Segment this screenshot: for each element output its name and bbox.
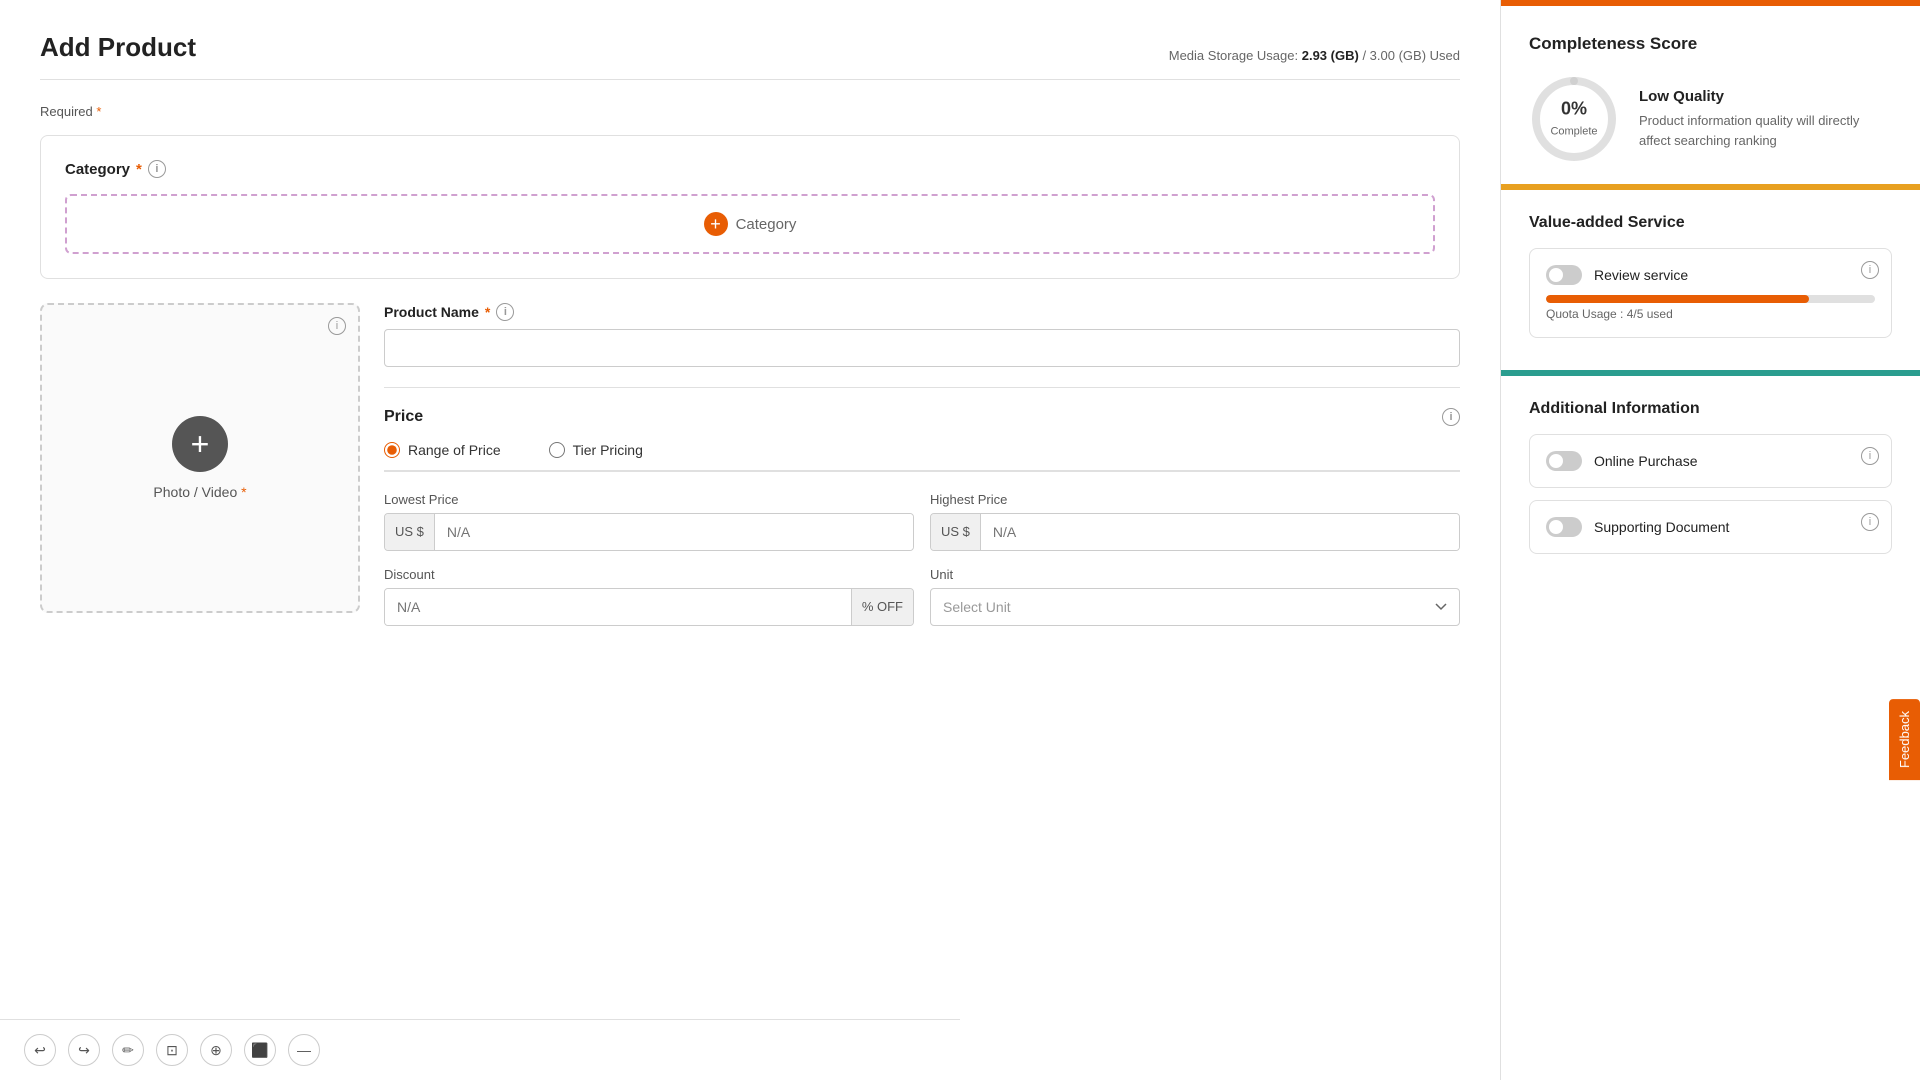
online-purchase-name: Online Purchase xyxy=(1594,453,1698,469)
completeness-complete-label: Complete xyxy=(1550,125,1597,137)
required-label: Required * xyxy=(40,104,1460,119)
discount-input[interactable] xyxy=(385,589,851,625)
price-section: Price i Range of Price Tier Pricing xyxy=(384,387,1460,626)
highest-price-input[interactable] xyxy=(981,514,1459,550)
lowest-currency: US $ xyxy=(385,514,435,550)
header-divider xyxy=(40,79,1460,80)
redo-button[interactable]: ↪ xyxy=(68,1034,100,1066)
storage-used: 2.93 (GB) xyxy=(1302,48,1359,63)
price-info-icon[interactable]: i xyxy=(1442,408,1460,426)
product-name-label: Product Name * i xyxy=(384,303,1460,321)
category-section: Category * i + Category xyxy=(40,135,1460,279)
grid-button[interactable]: ⬛ xyxy=(244,1034,276,1066)
range-of-price-radio[interactable]: Range of Price xyxy=(384,442,501,458)
price-type-radio-group: Range of Price Tier Pricing xyxy=(384,442,1460,472)
highest-price-group: Highest Price US $ xyxy=(930,492,1460,551)
supporting-doc-toggle[interactable] xyxy=(1546,517,1582,537)
unit-label: Unit xyxy=(930,567,1460,582)
tier-price-input[interactable] xyxy=(549,442,565,458)
quota-bar-fill xyxy=(1546,295,1809,303)
undo-button[interactable]: ↩ xyxy=(24,1034,56,1066)
sidebar: Completeness Score 0% Complete Low Quali… xyxy=(1500,0,1920,1080)
photo-upload-container: i + Photo / Video * xyxy=(40,303,360,626)
online-purchase-info-icon[interactable]: i xyxy=(1861,447,1879,465)
photo-upload-area[interactable]: i + Photo / Video * xyxy=(40,303,360,613)
quality-info: Low Quality Product information quality … xyxy=(1639,88,1892,150)
tier-pricing-radio[interactable]: Tier Pricing xyxy=(549,442,643,458)
main-content: Add Product Media Storage Usage: 2.93 (G… xyxy=(0,0,1500,1080)
online-purchase-row: Online Purchase xyxy=(1546,451,1875,471)
product-name-input[interactable] xyxy=(384,329,1460,367)
bottom-toolbar: ↩ ↪ ✏ ⊡ ⊕ ⬛ — xyxy=(0,1019,960,1080)
zoom-button[interactable]: ⊕ xyxy=(200,1034,232,1066)
storage-info: Media Storage Usage: 2.93 (GB) / 3.00 (G… xyxy=(1169,48,1460,63)
plus-circle-icon: + xyxy=(704,212,728,236)
add-category-button[interactable]: + Category xyxy=(65,194,1435,254)
completeness-section: Completeness Score 0% Complete Low Quali… xyxy=(1501,6,1920,184)
right-form: Product Name * i Price i Range of Price xyxy=(384,303,1460,626)
feedback-button[interactable]: Feedback xyxy=(1889,699,1920,780)
category-info-icon[interactable]: i xyxy=(148,160,166,178)
edit-button[interactable]: ✏ xyxy=(112,1034,144,1066)
quota-bar-bg xyxy=(1546,295,1875,303)
supporting-doc-name: Supporting Document xyxy=(1594,519,1729,535)
highest-price-label: Highest Price xyxy=(930,492,1460,507)
lowest-price-input-group: US $ xyxy=(384,513,914,551)
storage-separator: / xyxy=(1362,48,1369,63)
required-star: * xyxy=(96,104,101,119)
category-label: Category * i xyxy=(65,160,1435,178)
price-title: Price i xyxy=(384,408,1460,426)
discount-suffix: % OFF xyxy=(851,589,913,625)
completeness-percent: 0% xyxy=(1550,99,1597,121)
review-service-row: Review service xyxy=(1546,265,1875,285)
copy-button[interactable]: ⊡ xyxy=(156,1034,188,1066)
product-name-info-icon[interactable]: i xyxy=(496,303,514,321)
discount-input-group: % OFF xyxy=(384,588,914,626)
review-service-card: i Review service Quota Usage : 4/5 used xyxy=(1529,248,1892,338)
storage-total: 3.00 (GB) Used xyxy=(1370,48,1460,63)
highest-price-input-group: US $ xyxy=(930,513,1460,551)
discount-unit-row: Discount % OFF Unit Select Unit xyxy=(384,567,1460,626)
circle-center: 0% Complete xyxy=(1550,99,1597,140)
unit-group: Unit Select Unit xyxy=(930,567,1460,626)
product-name-group: Product Name * i xyxy=(384,303,1460,367)
vas-section: Value-added Service i Review service Quo… xyxy=(1501,190,1920,370)
minus-button[interactable]: — xyxy=(288,1034,320,1066)
highest-currency: US $ xyxy=(931,514,981,550)
review-service-toggle[interactable] xyxy=(1546,265,1582,285)
discount-label: Discount xyxy=(384,567,914,582)
additional-title: Additional Information xyxy=(1529,400,1892,418)
completeness-title: Completeness Score xyxy=(1529,34,1892,54)
supporting-doc-row: Supporting Document xyxy=(1546,517,1875,537)
lowest-price-group: Lowest Price US $ xyxy=(384,492,914,551)
review-service-info-icon[interactable]: i xyxy=(1861,261,1879,279)
quota-bar-container: Quota Usage : 4/5 used xyxy=(1546,295,1875,321)
photo-info-icon[interactable]: i xyxy=(328,317,346,335)
vas-title: Value-added Service xyxy=(1529,214,1892,232)
completeness-circle: 0% Complete xyxy=(1529,74,1619,164)
quality-title: Low Quality xyxy=(1639,88,1892,105)
product-detail-section: i + Photo / Video * Product Name * i xyxy=(40,303,1460,626)
category-btn-label: Category xyxy=(736,216,797,233)
price-inputs-row: Lowest Price US $ Highest Price US $ xyxy=(384,492,1460,551)
online-purchase-card: i Online Purchase xyxy=(1529,434,1892,488)
lowest-price-input[interactable] xyxy=(435,514,913,550)
completeness-row: 0% Complete Low Quality Product informat… xyxy=(1529,74,1892,164)
online-purchase-toggle[interactable] xyxy=(1546,451,1582,471)
supporting-doc-info-icon[interactable]: i xyxy=(1861,513,1879,531)
quality-desc: Product information quality will directl… xyxy=(1639,111,1892,150)
storage-label: Media Storage Usage: xyxy=(1169,48,1298,63)
photo-label: Photo / Video * xyxy=(153,484,246,500)
quota-text: Quota Usage : 4/5 used xyxy=(1546,307,1875,321)
review-service-name: Review service xyxy=(1594,267,1688,283)
lowest-price-label: Lowest Price xyxy=(384,492,914,507)
supporting-doc-card: i Supporting Document xyxy=(1529,500,1892,554)
additional-section: Additional Information i Online Purchase… xyxy=(1501,376,1920,590)
discount-group: Discount % OFF xyxy=(384,567,914,626)
range-price-input[interactable] xyxy=(384,442,400,458)
upload-plus-icon: + xyxy=(172,416,228,472)
unit-select[interactable]: Select Unit xyxy=(930,588,1460,626)
